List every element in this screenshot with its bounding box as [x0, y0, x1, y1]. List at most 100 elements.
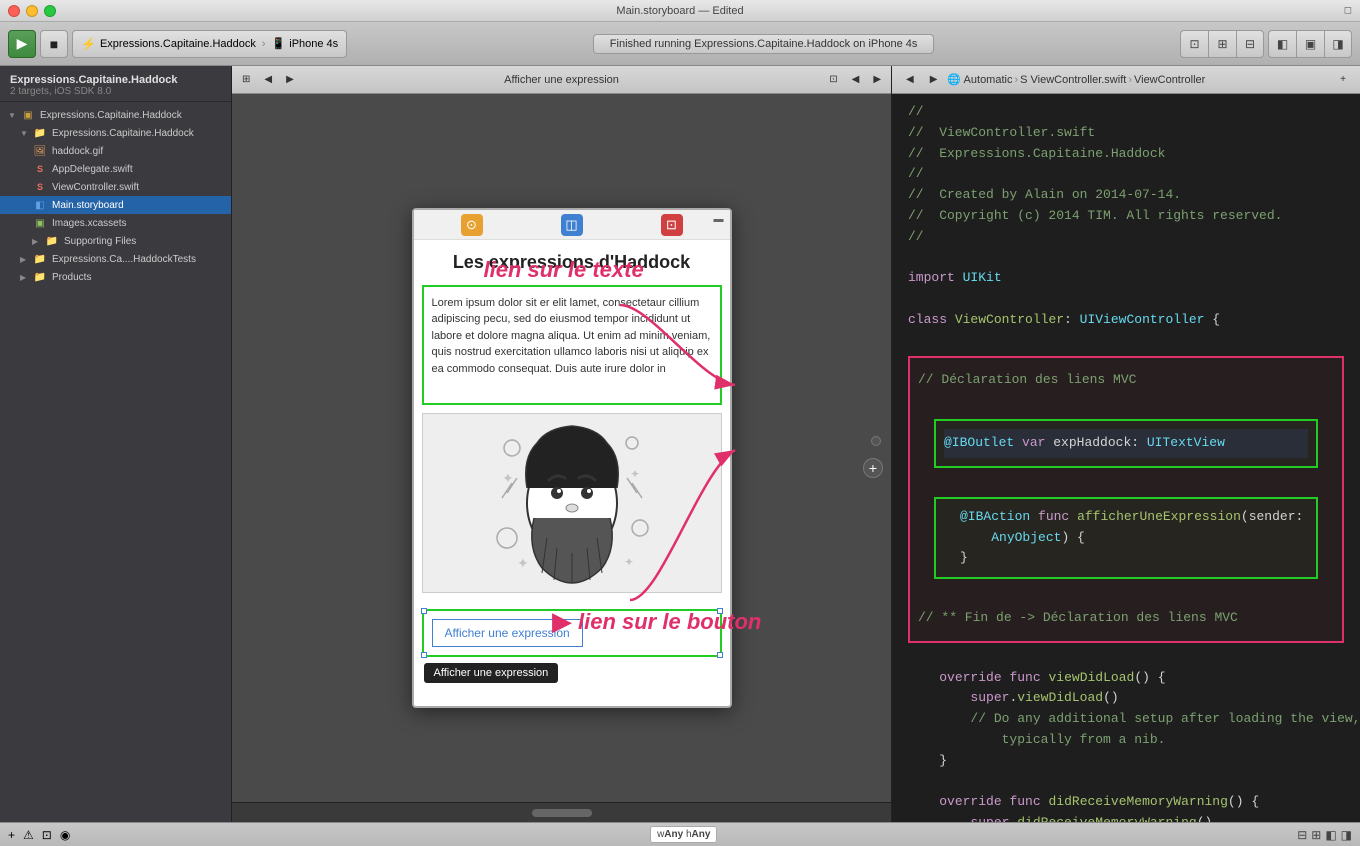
iphone-top-bar: ⊙ ◫ ⊡ ▬ — [414, 210, 730, 240]
sidebar-item-main-storyboard[interactable]: ◧ Main.storyboard — [0, 196, 231, 214]
run-button[interactable]: ▶ — [8, 30, 36, 58]
xcassets-file-icon: ▣ — [32, 216, 48, 230]
sidebar-item-appdelegate[interactable]: S AppDelegate.swift — [0, 160, 231, 178]
breadcrumb-item-file[interactable]: S ViewController.swift — [1020, 74, 1126, 86]
sidebar-item-images-xcassets[interactable]: ▣ Images.xcassets — [0, 214, 231, 232]
code-back-btn[interactable]: ◀ — [900, 69, 920, 91]
sidebar-item-viewcontroller[interactable]: S ViewController.swift — [0, 178, 231, 196]
storyboard-toolbar: ⊞ ◀ ▶ Afficher une expression ⊡ ◀ ▶ — [232, 66, 891, 94]
view-switcher: ⊡ ⊞ ⊟ — [1180, 30, 1264, 58]
group-folder-icon: 📁 — [32, 126, 48, 140]
add-view-controller-btn[interactable]: + — [863, 458, 883, 478]
breadcrumb-item-class[interactable]: ViewController — [1134, 74, 1205, 86]
svg-text:✦: ✦ — [517, 555, 529, 571]
code-add-btn[interactable]: + — [1334, 69, 1352, 91]
breadcrumb-sep-2: › — [1128, 74, 1132, 86]
minimize-button[interactable] — [26, 5, 38, 17]
storyboard-toolbar-btn-2[interactable]: ◫ — [561, 214, 583, 236]
code-line-blank1 — [892, 248, 1360, 269]
storyboard-canvas[interactable]: ⊙ ◫ ⊡ ▬ Les expressions d'Haddock Lorem … — [232, 94, 891, 822]
scheme-selector[interactable]: ⚡ Expressions.Capitaine.Haddock › 📱 iPho… — [72, 30, 347, 58]
code-line-memory: override func didReceiveMemoryWarning() … — [892, 792, 1360, 813]
sidebar-item-tests[interactable]: ▶ 📁 Expressions.Ca....HaddockTests — [0, 250, 231, 268]
stop-button[interactable]: ■ — [40, 30, 68, 58]
iphone-button-inner[interactable]: Afficher une expression — [432, 619, 583, 647]
code-line-action-close: } — [944, 548, 1308, 569]
code-panel: ◀ ▶ 🌐 Automatic › S ViewController.swift… — [892, 66, 1360, 822]
storyboard-scroll-thumb[interactable] — [532, 809, 592, 817]
haddock-gif-label: haddock.gif — [52, 146, 103, 157]
code-line-viewdidload: override func viewDidLoad() { — [892, 668, 1360, 689]
code-editor[interactable]: // // ViewController.swift // Expression… — [892, 94, 1360, 822]
status-bar-center: wAny hAny — [78, 829, 1289, 840]
forward-btn[interactable]: ▶ — [280, 69, 300, 91]
func-keyword2: func — [1009, 670, 1040, 685]
layout-icon1[interactable]: ⊟ — [1297, 828, 1307, 842]
debug-btn[interactable]: ▣ — [1296, 30, 1324, 58]
storyboard-bottom-bar — [232, 802, 891, 822]
selection-handle-br — [717, 652, 723, 658]
back-btn[interactable]: ◀ — [258, 69, 278, 91]
selection-handle-tr — [717, 608, 723, 614]
assistant-editor-btn[interactable]: ⊞ — [1208, 30, 1236, 58]
class-keyword: class — [908, 312, 947, 327]
code-line-super-vdl: super.viewDidLoad() — [892, 688, 1360, 709]
layout-icon4[interactable]: ◨ — [1341, 828, 1352, 842]
code-line-l2: // ViewController.swift — [892, 123, 1360, 144]
window-controls — [8, 5, 56, 17]
mvc-comment-end: // ** Fin de -> Déclaration des liens MV… — [918, 604, 1334, 633]
sidebar-item-supporting-files[interactable]: ▶ 📁 Supporting Files — [0, 232, 231, 250]
code-line-blank4 — [918, 394, 1334, 415]
iboutlet-keyword: @IBOutlet — [944, 435, 1014, 450]
navigator-btn[interactable]: ◧ — [1268, 30, 1296, 58]
breadcrumb-item-auto[interactable]: 🌐 Automatic — [947, 73, 1012, 86]
storyboard-toolbar-btn-1[interactable]: ⊙ — [461, 214, 483, 236]
iphone-textview[interactable]: Lorem ipsum dolor sit er elit lamet, con… — [422, 285, 722, 405]
code-toolbar: ◀ ▶ 🌐 Automatic › S ViewController.swift… — [892, 66, 1360, 94]
error-icon[interactable]: ⊡ — [42, 828, 52, 842]
layout-icon3[interactable]: ◧ — [1325, 828, 1336, 842]
button-tooltip: Afficher une expression — [424, 663, 559, 683]
project-name[interactable]: Expressions.Capitaine.Haddock — [10, 74, 221, 86]
code-line-vdl-close: } — [892, 751, 1360, 772]
super-memory: didReceiveMemoryWarning — [1017, 815, 1196, 822]
iphone-mockup[interactable]: ⊙ ◫ ⊡ ▬ Les expressions d'Haddock Lorem … — [412, 208, 732, 708]
zoom-grid-btn[interactable]: ⊡ — [823, 69, 843, 91]
iphone-button-area[interactable]: Afficher une expression Afficher une exp… — [422, 609, 722, 657]
code-forward-btn[interactable]: ▶ — [924, 69, 944, 91]
nav-back-btn2[interactable]: ◀ — [846, 69, 866, 91]
sidebar-item-group[interactable]: ▼ 📁 Expressions.Capitaine.Haddock — [0, 124, 231, 142]
standard-editor-btn[interactable]: ⊡ — [1180, 30, 1208, 58]
sidebar-item-project[interactable]: ▼ ▣ Expressions.Capitaine.Haddock — [0, 106, 231, 124]
code-line-l3: // Expressions.Capitaine.Haddock — [892, 144, 1360, 165]
code-line-class: class ViewController: UIViewController { — [892, 310, 1360, 331]
breadcrumb-sep-1: › — [1014, 74, 1018, 86]
sidebar-item-products[interactable]: ▶ 📁 Products — [0, 268, 231, 286]
code-line-l4: // — [892, 164, 1360, 185]
storyboard-toolbar-btn-3[interactable]: ⊡ — [661, 214, 683, 236]
code-line-l5: // Created by Alain on 2014-07-14. — [892, 185, 1360, 206]
superclass: UIViewController — [1080, 312, 1205, 327]
editor-area: ⊞ ◀ ▶ Afficher une expression ⊡ ◀ ▶ — [232, 66, 1360, 822]
nav-forward-btn2[interactable]: ▶ — [867, 69, 887, 91]
close-button[interactable] — [8, 5, 20, 17]
separator-icon: › — [262, 38, 266, 50]
products-icon: 📁 — [32, 270, 48, 284]
selection-handle-tl — [421, 608, 427, 614]
sidebar-item-haddock-gif[interactable]: 🖼 haddock.gif — [0, 142, 231, 160]
warning-icon[interactable]: ⚠ — [23, 828, 34, 842]
maximize-button[interactable] — [44, 5, 56, 17]
grid-view-btn[interactable]: ⊞ — [236, 69, 256, 91]
version-editor-btn[interactable]: ⊟ — [1236, 30, 1264, 58]
scheme-icon: ⚡ — [81, 37, 96, 51]
products-label: Products — [52, 272, 91, 283]
size-w-label: Any — [664, 829, 683, 840]
plus-icon[interactable]: + — [8, 828, 15, 842]
main-content: Expressions.Capitaine.Haddock 2 targets,… — [0, 66, 1360, 822]
size-class-display[interactable]: wAny hAny — [650, 826, 717, 843]
layout-icon2[interactable]: ⊞ — [1311, 828, 1321, 842]
utilities-btn[interactable]: ◨ — [1324, 30, 1352, 58]
test-icon[interactable]: ◉ — [60, 828, 70, 842]
classname: ViewController — [955, 312, 1064, 327]
code-line-blank7 — [892, 647, 1360, 668]
